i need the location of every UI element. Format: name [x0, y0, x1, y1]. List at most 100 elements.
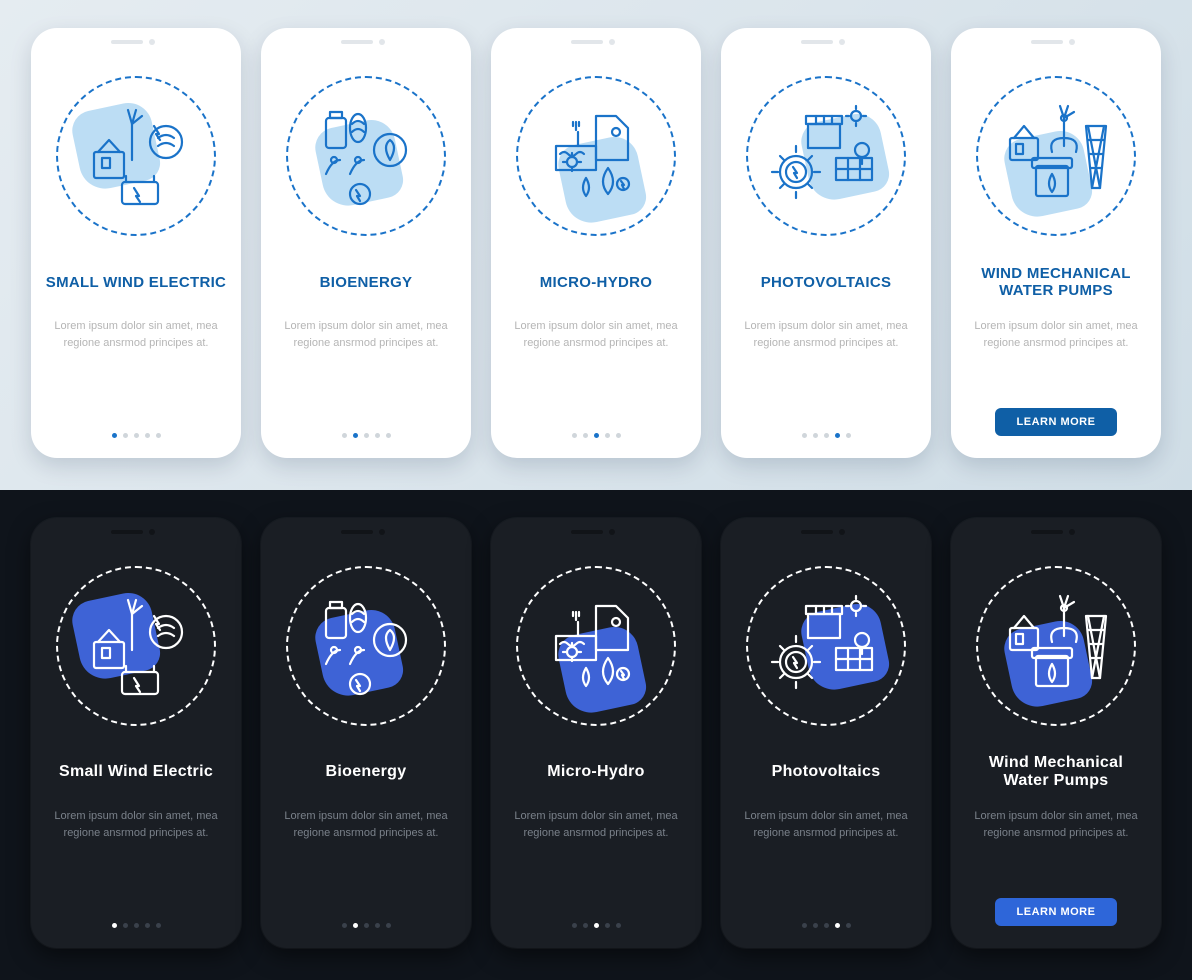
- pagination-dot[interactable]: [802, 433, 807, 438]
- phone-notch: [801, 38, 851, 46]
- pagination-dot[interactable]: [353, 433, 358, 438]
- onboarding-card: Micro-Hydro Lorem ipsum dolor sin amet, m…: [491, 518, 701, 948]
- card-title: SMALL WIND ELECTRIC: [46, 262, 226, 302]
- wind-icon: [56, 76, 216, 236]
- pagination-dot[interactable]: [342, 433, 347, 438]
- pagination-dot[interactable]: [824, 923, 829, 928]
- card-description: Lorem ipsum dolor sin amet, mea regione …: [276, 318, 456, 351]
- wind-icon: [56, 566, 216, 726]
- pagination-dot[interactable]: [605, 433, 610, 438]
- pagination-dot[interactable]: [134, 923, 139, 928]
- card-title: Small Wind Electric: [59, 752, 213, 792]
- pagination-dots[interactable]: [572, 433, 621, 442]
- pagination-dot[interactable]: [616, 923, 621, 928]
- pagination-dots[interactable]: [802, 433, 851, 442]
- pagination-dots[interactable]: [572, 923, 621, 932]
- pagination-dots[interactable]: [342, 923, 391, 932]
- dark-mode-row: Small Wind Electric Lorem ipsum dolor sin…: [0, 490, 1192, 980]
- card-description: Lorem ipsum dolor sin amet, mea regione …: [276, 808, 456, 841]
- pagination-dot[interactable]: [145, 923, 150, 928]
- pagination-dot[interactable]: [802, 923, 807, 928]
- pagination-dot[interactable]: [134, 433, 139, 438]
- pump-icon: [976, 76, 1136, 236]
- pagination-dot[interactable]: [594, 433, 599, 438]
- card-title: MICRO-HYDRO: [540, 262, 652, 302]
- onboarding-card: SMALL WIND ELECTRIC Lorem ipsum dolor sin…: [31, 28, 241, 458]
- pagination-dot[interactable]: [616, 433, 621, 438]
- pagination-dot[interactable]: [605, 923, 610, 928]
- pagination-dot[interactable]: [364, 923, 369, 928]
- pagination-dot[interactable]: [583, 433, 588, 438]
- pump-icon: [976, 566, 1136, 726]
- pagination-dot[interactable]: [813, 923, 818, 928]
- phone-notch: [1031, 38, 1081, 46]
- card-title: PHOTOVOLTAICS: [761, 262, 892, 302]
- phone-notch: [111, 528, 161, 536]
- onboarding-card: MICRO-HYDRO Lorem ipsum dolor sin amet, m…: [491, 28, 701, 458]
- onboarding-card: WIND MECHANICAL WATER PUMPS Lorem ipsum d…: [951, 28, 1161, 458]
- pagination-dots[interactable]: [112, 923, 161, 932]
- pagination-dot[interactable]: [846, 433, 851, 438]
- hydro-icon: [516, 76, 676, 236]
- card-description: Lorem ipsum dolor sin amet, mea regione …: [966, 808, 1146, 841]
- phone-notch: [1031, 528, 1081, 536]
- pagination-dot[interactable]: [342, 923, 347, 928]
- pagination-dots[interactable]: [342, 433, 391, 442]
- phone-notch: [341, 38, 391, 46]
- pagination-dot[interactable]: [364, 433, 369, 438]
- pagination-dot[interactable]: [375, 433, 380, 438]
- card-description: Lorem ipsum dolor sin amet, mea regione …: [506, 318, 686, 351]
- card-description: Lorem ipsum dolor sin amet, mea regione …: [736, 808, 916, 841]
- pagination-dot[interactable]: [123, 433, 128, 438]
- card-title: Wind Mechanical Water Pumps: [965, 752, 1147, 792]
- card-title: Photovoltaics: [772, 752, 881, 792]
- phone-notch: [341, 528, 391, 536]
- pagination-dot[interactable]: [572, 433, 577, 438]
- pagination-dot[interactable]: [386, 433, 391, 438]
- pagination-dot[interactable]: [386, 923, 391, 928]
- pagination-dot[interactable]: [835, 433, 840, 438]
- phone-notch: [571, 528, 621, 536]
- pagination-dot[interactable]: [594, 923, 599, 928]
- phone-notch: [801, 528, 851, 536]
- solar-icon: [746, 76, 906, 236]
- pagination-dot[interactable]: [583, 923, 588, 928]
- bio-icon: [286, 566, 446, 726]
- card-description: Lorem ipsum dolor sin amet, mea regione …: [736, 318, 916, 351]
- card-description: Lorem ipsum dolor sin amet, mea regione …: [506, 808, 686, 841]
- pagination-dot[interactable]: [145, 433, 150, 438]
- card-description: Lorem ipsum dolor sin amet, mea regione …: [966, 318, 1146, 351]
- light-mode-row: SMALL WIND ELECTRIC Lorem ipsum dolor sin…: [0, 0, 1192, 490]
- pagination-dot[interactable]: [375, 923, 380, 928]
- pagination-dots[interactable]: [112, 433, 161, 442]
- card-title: BIOENERGY: [320, 262, 413, 302]
- onboarding-card: Bioenergy Lorem ipsum dolor sin amet, mea…: [261, 518, 471, 948]
- pagination-dot[interactable]: [353, 923, 358, 928]
- card-description: Lorem ipsum dolor sin amet, mea regione …: [46, 318, 226, 351]
- pagination-dot[interactable]: [156, 923, 161, 928]
- pagination-dot[interactable]: [112, 433, 117, 438]
- pagination-dot[interactable]: [572, 923, 577, 928]
- onboarding-card: Wind Mechanical Water Pumps Lorem ipsum d…: [951, 518, 1161, 948]
- pagination-dot[interactable]: [835, 923, 840, 928]
- card-title: Bioenergy: [326, 752, 407, 792]
- learn-more-button[interactable]: LEARN MORE: [995, 898, 1118, 926]
- onboarding-card: Small Wind Electric Lorem ipsum dolor sin…: [31, 518, 241, 948]
- bio-icon: [286, 76, 446, 236]
- pagination-dot[interactable]: [156, 433, 161, 438]
- pagination-dots[interactable]: [802, 923, 851, 932]
- phone-notch: [111, 38, 161, 46]
- pagination-dot[interactable]: [112, 923, 117, 928]
- pagination-dot[interactable]: [846, 923, 851, 928]
- onboarding-card: BIOENERGY Lorem ipsum dolor sin amet, mea…: [261, 28, 471, 458]
- phone-notch: [571, 38, 621, 46]
- card-title: Micro-Hydro: [547, 752, 645, 792]
- card-description: Lorem ipsum dolor sin amet, mea regione …: [46, 808, 226, 841]
- pagination-dot[interactable]: [813, 433, 818, 438]
- card-title: WIND MECHANICAL WATER PUMPS: [965, 262, 1147, 302]
- pagination-dot[interactable]: [824, 433, 829, 438]
- hydro-icon: [516, 566, 676, 726]
- onboarding-card: Photovoltaics Lorem ipsum dolor sin amet,…: [721, 518, 931, 948]
- pagination-dot[interactable]: [123, 923, 128, 928]
- learn-more-button[interactable]: LEARN MORE: [995, 408, 1118, 436]
